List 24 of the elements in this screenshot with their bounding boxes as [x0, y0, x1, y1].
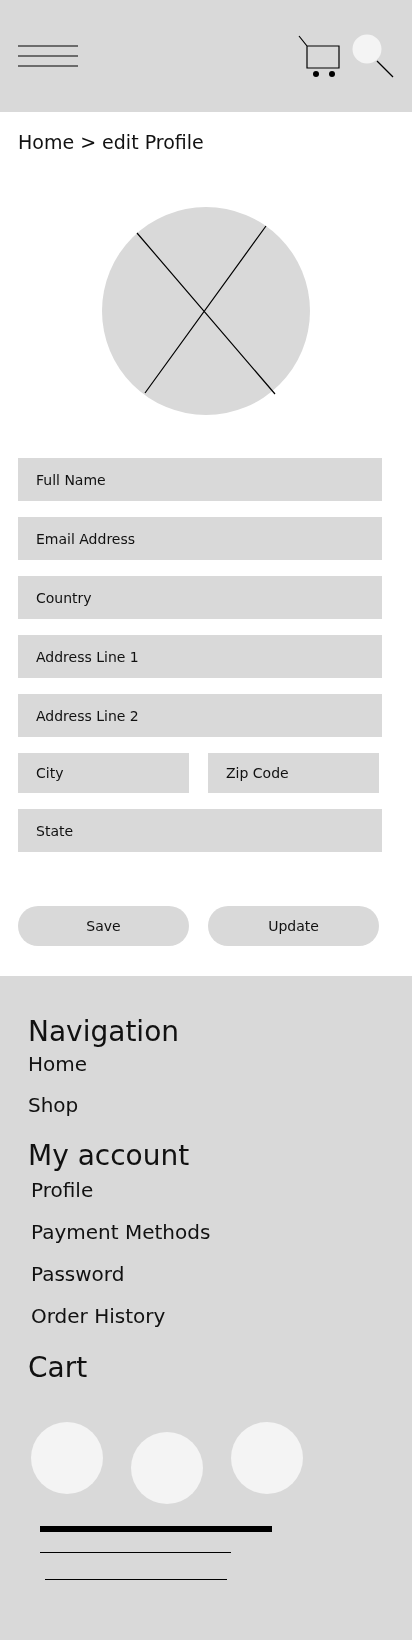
save-button[interactable]: Save [18, 906, 189, 946]
input-field[interactable]: Full Name [18, 458, 382, 501]
footer-heading: Cart [28, 1350, 89, 1386]
footer-link[interactable]: Shop [28, 1091, 79, 1119]
breadcrumb: Home > edit Profile [17, 130, 205, 155]
update-button[interactable]: Update [208, 906, 379, 946]
input-field[interactable]: Email Address [18, 517, 382, 560]
input-field[interactable]: State [18, 809, 382, 852]
footer-heading: My account [28, 1138, 191, 1174]
footer-link[interactable]: Home [28, 1050, 88, 1078]
footer-link[interactable]: Order History [28, 1302, 166, 1330]
menu-icon[interactable] [18, 45, 78, 67]
input-field[interactable]: City [18, 753, 189, 793]
footer-link[interactable]: Profile [28, 1176, 94, 1204]
input-field[interactable]: Address Line 2 [18, 694, 382, 737]
cart-icon[interactable] [298, 35, 340, 77]
input-field[interactable]: Zip Code [208, 753, 379, 793]
footer-link[interactable]: Password [28, 1260, 125, 1288]
avatar-placeholder-icon [101, 206, 311, 416]
footer-link[interactable]: Payment Methods [28, 1218, 211, 1246]
input-field[interactable]: Address Line 1 [18, 635, 382, 678]
search-icon[interactable] [352, 34, 394, 78]
input-field[interactable]: Country [18, 576, 382, 619]
footer-heading: Navigation [28, 1014, 181, 1050]
